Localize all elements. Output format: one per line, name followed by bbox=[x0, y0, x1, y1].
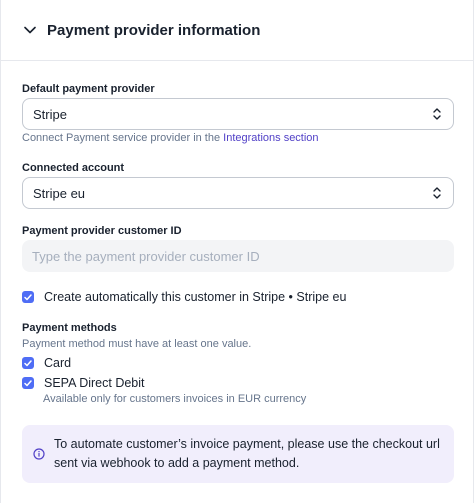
payment-method-sepa-label: SEPA Direct Debit bbox=[44, 376, 145, 390]
checkbox-check-icon[interactable] bbox=[22, 377, 34, 389]
payment-methods-helper: Payment method must have at least one va… bbox=[22, 338, 252, 350]
helper-text: Connect Payment service provider in the bbox=[22, 132, 224, 144]
payment-method-card-label: Card bbox=[44, 356, 72, 370]
chevron-down-icon[interactable] bbox=[22, 22, 38, 38]
integrations-link[interactable]: Integrations section bbox=[223, 132, 318, 144]
connected-account-label: Connected account bbox=[22, 162, 125, 174]
checkbox-check-icon[interactable] bbox=[22, 291, 34, 303]
info-note-text: To automate customer’s invoice payment, … bbox=[54, 437, 440, 470]
info-note: To automate customer’s invoice payment, … bbox=[22, 425, 454, 483]
select-updown-icon bbox=[431, 185, 443, 201]
default-provider-helper: Connect Payment service provider in the … bbox=[22, 132, 319, 144]
connected-account-value: Stripe eu bbox=[33, 185, 86, 201]
section-title: Payment provider information bbox=[47, 21, 261, 39]
default-provider-value: Stripe bbox=[33, 106, 67, 122]
payment-method-card-row[interactable]: Card bbox=[22, 356, 71, 370]
payment-methods-label: Payment methods bbox=[22, 322, 117, 334]
checkbox-check-icon[interactable] bbox=[22, 357, 34, 369]
payment-method-sepa-sublabel: Available only for customers invoices in… bbox=[43, 393, 307, 405]
info-icon bbox=[32, 447, 46, 461]
default-provider-select[interactable]: Stripe bbox=[22, 98, 454, 130]
customer-id-input[interactable]: Type the payment provider customer ID bbox=[22, 240, 454, 272]
select-updown-icon bbox=[431, 106, 443, 122]
section-header[interactable]: Payment provider information bbox=[1, 0, 473, 61]
payment-method-sepa-row[interactable]: SEPA Direct Debit bbox=[22, 376, 145, 390]
auto-create-label: Create automatically this customer in St… bbox=[44, 290, 347, 304]
connected-account-select[interactable]: Stripe eu bbox=[22, 177, 454, 209]
default-provider-label: Default payment provider bbox=[22, 83, 155, 95]
payment-provider-panel: Payment provider information Default pay… bbox=[0, 0, 474, 503]
customer-id-label: Payment provider customer ID bbox=[22, 225, 182, 237]
auto-create-checkbox-row[interactable]: Create automatically this customer in St… bbox=[22, 290, 346, 304]
